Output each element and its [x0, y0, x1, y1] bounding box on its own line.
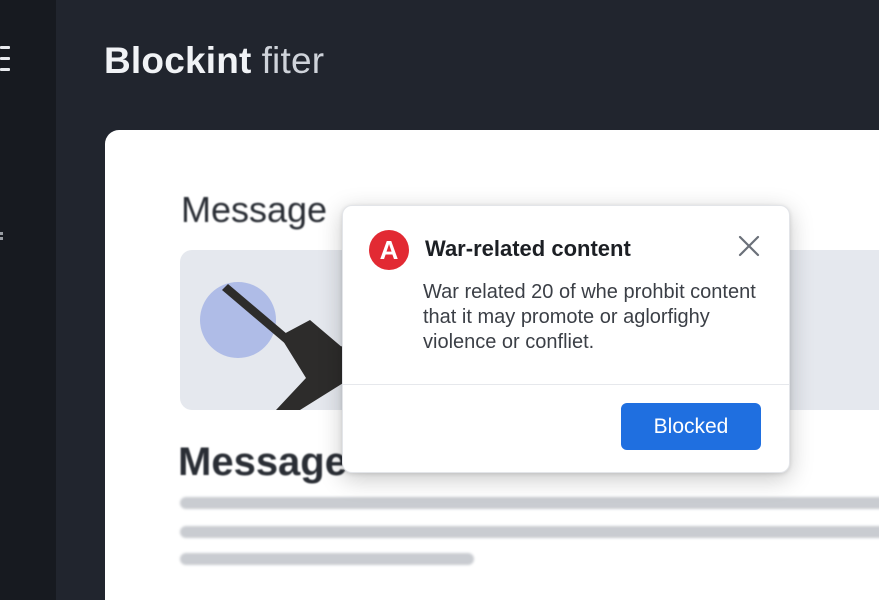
message-heading: Message [181, 189, 328, 230]
sidebar-item-icon[interactable] [0, 232, 4, 244]
message-heading-secondary: Message [178, 440, 347, 484]
menu-icon[interactable] [0, 46, 12, 74]
content-warning-dialog: A War-related content War related 20 of … [342, 205, 790, 473]
close-icon[interactable] [737, 234, 761, 258]
page-title: Blockint fiter [104, 40, 324, 82]
text-placeholder-line [180, 526, 879, 538]
page-title-main: Blockint [104, 40, 252, 81]
alert-icon: A [369, 230, 409, 270]
sidebar [0, 0, 56, 600]
page-title-secondary: fiter [261, 40, 325, 81]
text-placeholder-line [180, 553, 474, 565]
dialog-divider [343, 384, 789, 385]
text-placeholder-line [180, 497, 879, 509]
dialog-title: War-related content [425, 236, 631, 261]
dialog-message: War related 20 of whe prohbit content th… [423, 281, 756, 353]
blocked-button[interactable]: Blocked [621, 403, 761, 450]
app-window: Blockint fiter Message Message A War-rela… [0, 0, 879, 600]
